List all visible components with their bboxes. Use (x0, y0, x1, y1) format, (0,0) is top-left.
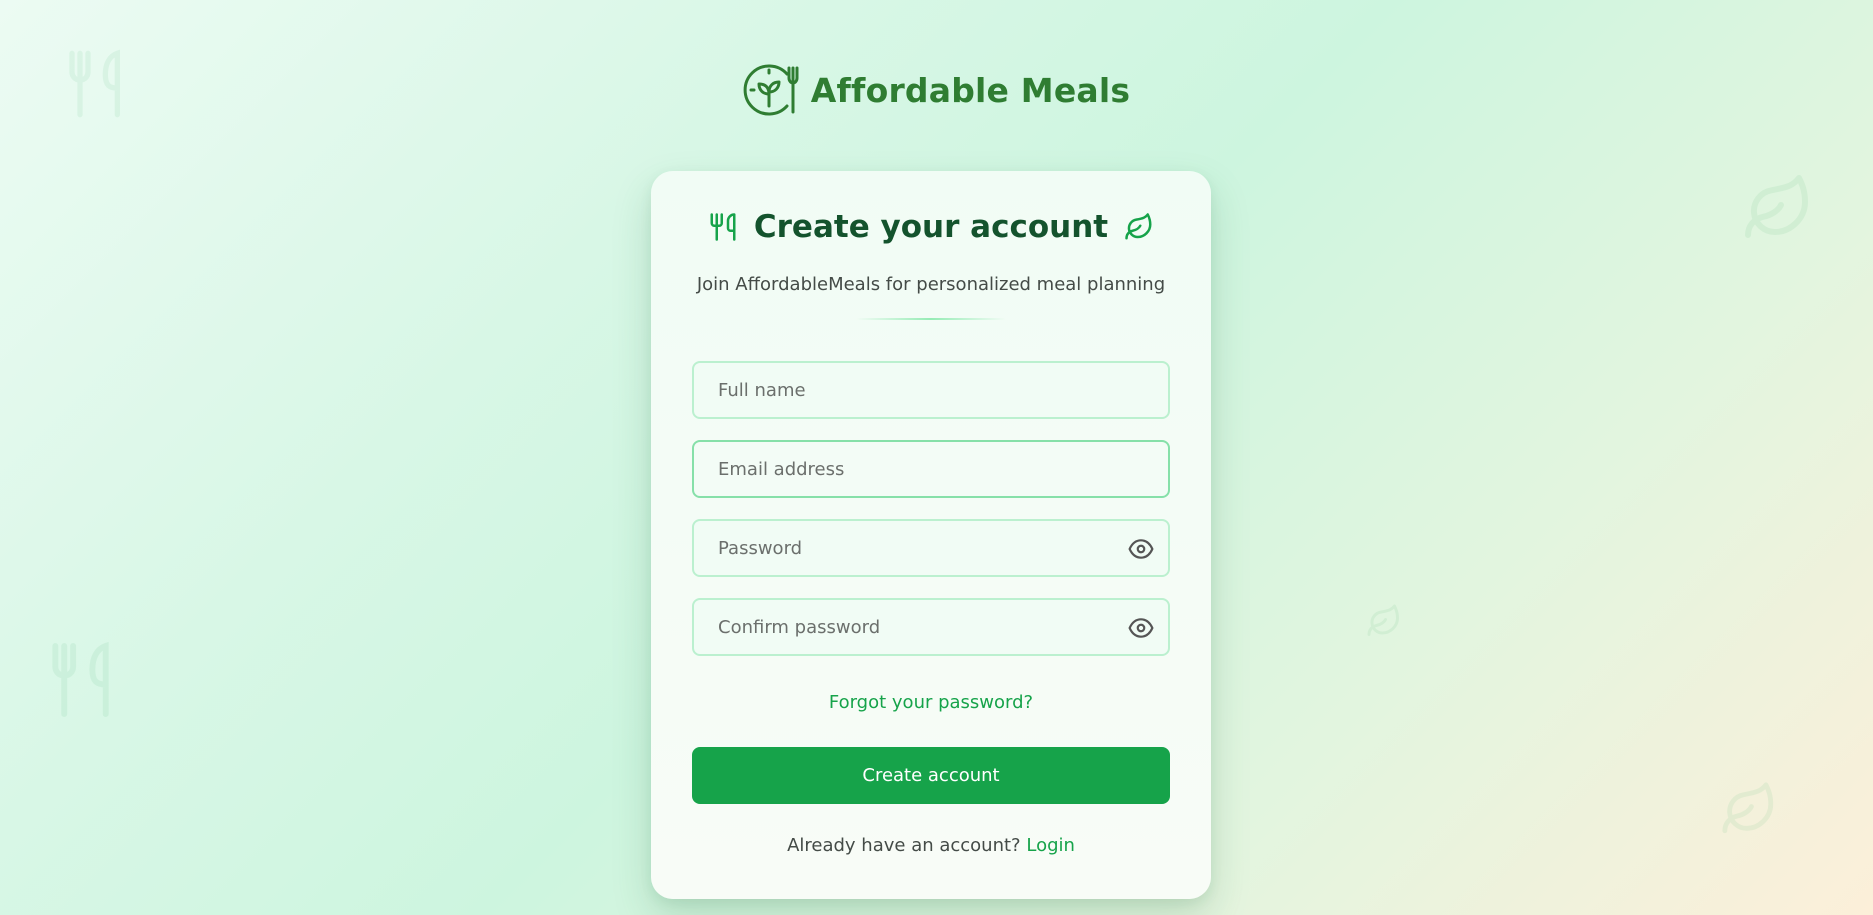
plant-clock-logo-icon (743, 62, 801, 118)
password-field (692, 519, 1170, 577)
confirm-password-visibility-eye-icon[interactable] (1128, 617, 1154, 639)
divider (856, 318, 1006, 320)
page-title: Create your account (753, 209, 1109, 245)
brand-header: Affordable Meals (0, 62, 1873, 118)
login-prompt: Already have an account? Login (651, 835, 1211, 856)
leaf-icon (1124, 212, 1154, 242)
confirm-password-input[interactable] (694, 600, 1168, 654)
password-visibility-eye-icon[interactable] (1128, 538, 1154, 560)
login-prompt-text: Already have an account? (787, 835, 1021, 856)
card-subtitle: Join AffordableMeals for personalized me… (696, 274, 1166, 295)
forgot-password-link[interactable]: Forgot your password? (651, 692, 1211, 713)
full-name-field (692, 361, 1170, 419)
email-input[interactable] (694, 442, 1168, 496)
card-title: Create your account (651, 209, 1211, 245)
login-link[interactable]: Login (1026, 835, 1075, 856)
background-leaf-icon (1720, 780, 1778, 838)
signup-card: Create your account Join AffordableMeals… (651, 171, 1211, 899)
utensils-icon (708, 212, 738, 242)
background-leaf-icon (1742, 172, 1814, 244)
brand-name: Affordable Meals (810, 70, 1131, 110)
background-utensils-icon (46, 640, 118, 720)
background-leaf-icon (1366, 603, 1402, 639)
confirm-password-field (692, 598, 1170, 656)
email-field (692, 440, 1170, 498)
password-input[interactable] (694, 521, 1168, 575)
create-account-button[interactable]: Create account (692, 747, 1170, 804)
full-name-input[interactable] (694, 363, 1168, 417)
